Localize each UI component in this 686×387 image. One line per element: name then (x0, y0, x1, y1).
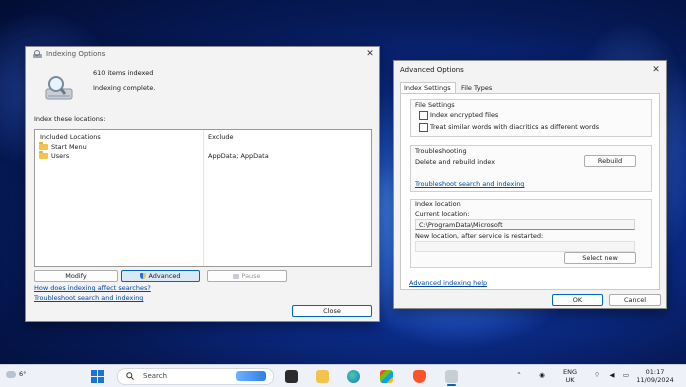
taskbar-search-box[interactable]: Search (117, 368, 274, 385)
advanced-title-bar[interactable]: Advanced Options ✕ (394, 61, 666, 75)
index-these-label: Index these locations: (34, 115, 106, 123)
advanced-window-title: Advanced Options (400, 66, 464, 74)
rebuild-button[interactable]: Rebuild (584, 155, 636, 167)
indexing-window-title: Indexing Options (46, 50, 106, 58)
language-bottom: UK (565, 376, 575, 384)
language-indicator[interactable]: ENG UK (560, 368, 580, 384)
clock-date: 11/09/2024 (636, 376, 674, 384)
start-icon[interactable] (91, 370, 104, 383)
current-location-value: C:\ProgramData\Microsoft (419, 221, 503, 229)
volume-icon[interactable]: ◀ (607, 371, 617, 379)
advanced-indexing-help-link[interactable]: Advanced indexing help (409, 279, 487, 287)
language-top: ENG (562, 368, 577, 376)
indexing-status: Indexing complete. (93, 84, 156, 92)
how-indexing-affects-link[interactable]: How does indexing affect searches? (34, 284, 151, 292)
tab-panel: File Settings Index encrypted files Trea… (400, 93, 660, 290)
current-location-field[interactable]: C:\ProgramData\Microsoft (415, 219, 635, 230)
clock[interactable]: 01:17 11/09/2024 (630, 368, 680, 384)
troubleshooting-group: Troubleshooting Delete and rebuild index… (410, 145, 652, 192)
shield-icon (140, 273, 147, 279)
row-location: Start Menu (51, 143, 87, 151)
search-highlight-icon (236, 371, 266, 381)
advanced-close-x[interactable]: ✕ (650, 64, 662, 76)
table-row[interactable]: Users AppData; AppData (39, 151, 367, 161)
diacritics-checkbox[interactable] (419, 123, 428, 132)
new-location-field[interactable] (415, 241, 635, 252)
wifi-icon[interactable]: ⌔ (592, 371, 602, 379)
folder-icon (39, 142, 48, 150)
file-settings-group: File Settings Index encrypted files Trea… (410, 99, 652, 137)
diacritics-label: Treat similar words with diacritics as d… (430, 123, 600, 131)
modify-button[interactable]: Modify (34, 270, 118, 282)
ok-button[interactable]: OK (552, 294, 603, 306)
weather-temp: 6° (19, 370, 27, 378)
troubleshoot-link-advanced[interactable]: Troubleshoot search and indexing (415, 180, 524, 188)
indexing-magnifier-icon (42, 75, 74, 101)
file-explorer-icon[interactable] (316, 370, 329, 383)
cancel-button[interactable]: Cancel (609, 294, 661, 306)
task-view-icon[interactable] (285, 370, 298, 383)
advanced-options-window: Advanced Options ✕ Index Settings File T… (393, 60, 667, 309)
index-location-heading: Index location (415, 200, 461, 208)
advanced-button[interactable]: Advanced (121, 270, 200, 282)
tab-file-types-label: File Types (461, 84, 493, 92)
table-row[interactable]: Start Menu (39, 142, 367, 152)
close-button[interactable]: Close (292, 305, 372, 317)
encrypted-files-checkbox[interactable] (419, 111, 428, 120)
tab-file-types[interactable]: File Types (456, 83, 496, 93)
pause-icon (233, 274, 240, 279)
network-icon[interactable]: ◉ (537, 371, 547, 379)
new-location-label: New location, after service is restarted… (415, 232, 544, 240)
indexing-close-x[interactable]: ✕ (364, 48, 376, 60)
taskbar: 6° Search ⌃ ◉ ENG UK ⌔ ◀ ▭ 01:17 11/09/2… (0, 364, 686, 387)
select-new-button[interactable]: Select new (564, 252, 636, 264)
row-location: Users (51, 152, 70, 160)
indexing-taskbar-icon[interactable] (445, 370, 458, 383)
index-location-group: Index location Current location: C:\Prog… (410, 199, 652, 268)
store-icon[interactable] (380, 370, 393, 383)
encrypted-files-label: Index encrypted files (430, 111, 499, 119)
col-included-locations[interactable]: Included Locations (40, 133, 101, 141)
tray-chevron-icon[interactable]: ⌃ (515, 371, 523, 379)
col-exclude[interactable]: Exclude (208, 133, 233, 141)
troubleshoot-link[interactable]: Troubleshoot search and indexing (34, 294, 143, 302)
troubleshooting-heading: Troubleshooting (415, 147, 467, 155)
advanced-button-label: Advanced (148, 272, 181, 280)
tab-index-settings-label: Index Settings (404, 84, 451, 92)
indexing-app-icon (33, 50, 42, 58)
locations-table: Included Locations Exclude Start Menu Us… (34, 129, 372, 267)
indexing-options-window: Indexing Options ✕ 610 items indexed Ind… (25, 46, 380, 322)
search-placeholder: Search (143, 372, 168, 380)
file-settings-heading: File Settings (415, 101, 455, 109)
delete-rebuild-label: Delete and rebuild index (415, 158, 496, 166)
pause-button[interactable]: Pause (207, 270, 287, 282)
clock-time: 01:17 (645, 368, 665, 376)
edge-icon[interactable] (347, 370, 360, 383)
brave-icon[interactable] (413, 370, 426, 383)
weather-cloud-icon (6, 371, 16, 378)
items-indexed-count: 610 items indexed (93, 69, 154, 77)
indexing-title-bar[interactable]: Indexing Options ✕ (26, 47, 379, 61)
row-exclude: AppData; AppData (208, 152, 269, 160)
weather-widget[interactable]: 6° (6, 368, 36, 384)
current-location-label: Current location: (415, 210, 470, 218)
pause-button-label: Pause (241, 272, 261, 280)
search-icon (126, 372, 134, 380)
folder-icon (39, 151, 48, 159)
